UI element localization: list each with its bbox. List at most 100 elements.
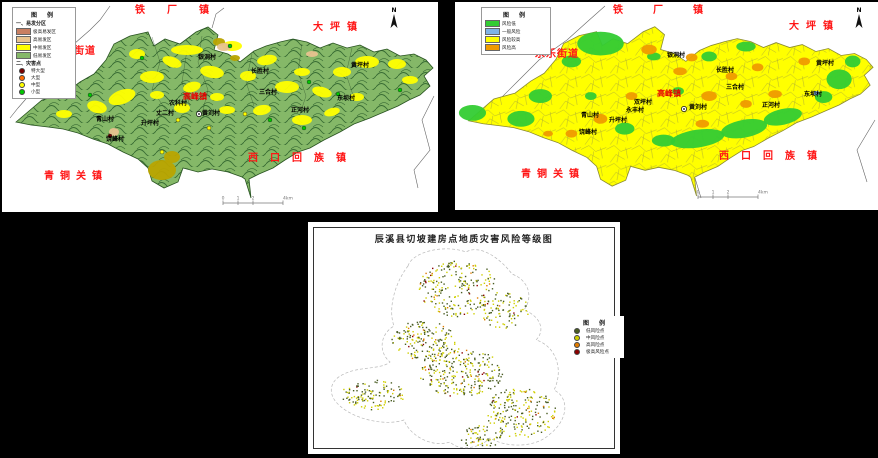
site-risk-dot bbox=[525, 302, 526, 303]
site-risk-dot bbox=[475, 308, 476, 309]
site-risk-dot bbox=[343, 389, 344, 390]
medium-susceptibility-patch bbox=[140, 71, 164, 83]
site-risk-dot bbox=[537, 402, 538, 403]
legend-item-label: 小型 bbox=[31, 89, 40, 95]
low-risk-patch bbox=[845, 55, 861, 67]
site-risk-dot bbox=[530, 423, 531, 424]
site-risk-dot bbox=[443, 326, 444, 327]
site-risk-dot bbox=[498, 313, 499, 314]
site-risk-dot bbox=[462, 371, 463, 372]
low-risk-patch bbox=[562, 55, 581, 67]
site-risk-dot bbox=[380, 401, 381, 402]
site-risk-dot bbox=[430, 383, 431, 384]
site-risk-dot bbox=[535, 412, 536, 413]
site-risk-dot bbox=[383, 389, 384, 390]
site-risk-dot bbox=[486, 430, 487, 431]
site-risk-dot bbox=[441, 266, 442, 267]
site-risk-dot bbox=[524, 434, 525, 435]
site-risk-dot bbox=[452, 358, 453, 359]
site-risk-dot bbox=[498, 375, 499, 376]
site-risk-dot bbox=[443, 263, 444, 264]
site-risk-dot bbox=[486, 439, 487, 440]
site-risk-dot bbox=[483, 439, 484, 440]
site-risk-dot bbox=[370, 393, 371, 394]
site-risk-dot bbox=[492, 288, 493, 289]
site-risk-dot bbox=[554, 417, 555, 418]
site-risk-dot bbox=[494, 278, 495, 279]
north-arrow-icon bbox=[389, 14, 399, 30]
legend-risk: 图 例 风险低一般风险风险较高风险高 bbox=[481, 7, 551, 55]
site-risk-dot bbox=[525, 391, 526, 392]
site-risk-dot bbox=[482, 443, 483, 444]
site-risk-dot bbox=[416, 340, 417, 341]
site-risk-dot bbox=[441, 355, 442, 356]
site-risk-dot bbox=[463, 281, 464, 282]
site-risk-dot bbox=[441, 282, 442, 283]
site-risk-dot bbox=[426, 327, 427, 328]
site-risk-dot bbox=[512, 402, 513, 403]
site-risk-dot bbox=[373, 395, 374, 396]
site-risk-dot bbox=[450, 330, 451, 331]
site-risk-dot bbox=[450, 352, 451, 353]
site-risk-dot bbox=[488, 388, 489, 389]
site-risk-dot bbox=[498, 310, 499, 311]
site-risk-dot bbox=[500, 428, 501, 429]
site-risk-dot bbox=[487, 426, 488, 427]
site-risk-dot bbox=[444, 275, 445, 276]
site-risk-dot bbox=[475, 269, 476, 270]
site-risk-dot bbox=[442, 346, 443, 347]
site-risk-dot bbox=[464, 393, 465, 394]
site-risk-dot bbox=[377, 380, 378, 381]
site-risk-dot bbox=[369, 390, 370, 391]
site-risk-dot bbox=[454, 305, 455, 306]
site-risk-dot bbox=[451, 349, 452, 350]
site-risk-dot bbox=[488, 367, 489, 368]
hazard-point bbox=[140, 56, 144, 60]
site-risk-dot bbox=[472, 433, 473, 434]
panel-county-site-risk-map: 辰溪县切坡建房点地质灾害风险等级图 图 例 低风险点中风险点高风险点极高风险点 bbox=[308, 222, 620, 454]
site-risk-dot bbox=[450, 395, 451, 396]
site-risk-dot bbox=[500, 430, 501, 431]
site-risk-dot bbox=[473, 285, 474, 286]
site-risk-dot bbox=[459, 355, 460, 356]
site-risk-dot bbox=[502, 429, 503, 430]
site-risk-dot bbox=[458, 305, 459, 306]
site-risk-dot bbox=[478, 439, 479, 440]
site-risk-dot bbox=[351, 397, 352, 398]
legend-dot-swatch bbox=[574, 328, 580, 334]
panel-risk-zoning-map: 银洞村黄坪村长胜村三合村东坝村正河村双坪村永丰村黄刘村青山村升坪村饶峰村铁厂镇大… bbox=[455, 2, 878, 210]
site-risk-dot bbox=[490, 422, 491, 423]
site-risk-dot bbox=[479, 354, 480, 355]
site-risk-dot bbox=[443, 306, 444, 307]
site-risk-dot bbox=[433, 349, 434, 350]
high-susceptibility-patch bbox=[164, 151, 180, 163]
site-risk-dot bbox=[488, 440, 489, 441]
site-risk-dot bbox=[509, 313, 510, 314]
site-risk-dot bbox=[520, 390, 521, 391]
site-risk-dot bbox=[443, 374, 444, 375]
site-risk-dot bbox=[460, 308, 461, 309]
site-risk-dot bbox=[467, 300, 468, 301]
site-risk-dot bbox=[438, 308, 439, 309]
site-risk-dot bbox=[464, 280, 465, 281]
site-risk-dot bbox=[490, 404, 491, 405]
high-risk-patch bbox=[752, 63, 764, 71]
site-risk-dot bbox=[515, 324, 516, 325]
site-risk-dot bbox=[415, 355, 416, 356]
site-risk-dot bbox=[481, 385, 482, 386]
site-risk-dot bbox=[489, 380, 490, 381]
site-risk-dot bbox=[529, 414, 530, 415]
legend-dot-swatch bbox=[19, 82, 25, 88]
site-risk-dot bbox=[424, 332, 425, 333]
site-risk-dot bbox=[445, 339, 446, 340]
site-risk-dot bbox=[425, 366, 426, 367]
site-risk-dot bbox=[429, 351, 430, 352]
site-risk-dot bbox=[481, 382, 482, 383]
site-risk-dot bbox=[520, 298, 521, 299]
site-risk-dot bbox=[485, 279, 486, 280]
site-risk-dot bbox=[435, 291, 436, 292]
site-risk-dot bbox=[377, 409, 378, 410]
site-risk-dot bbox=[465, 361, 466, 362]
legend-item-label: 极高风险点 bbox=[586, 349, 609, 355]
site-risk-dot bbox=[456, 384, 457, 385]
